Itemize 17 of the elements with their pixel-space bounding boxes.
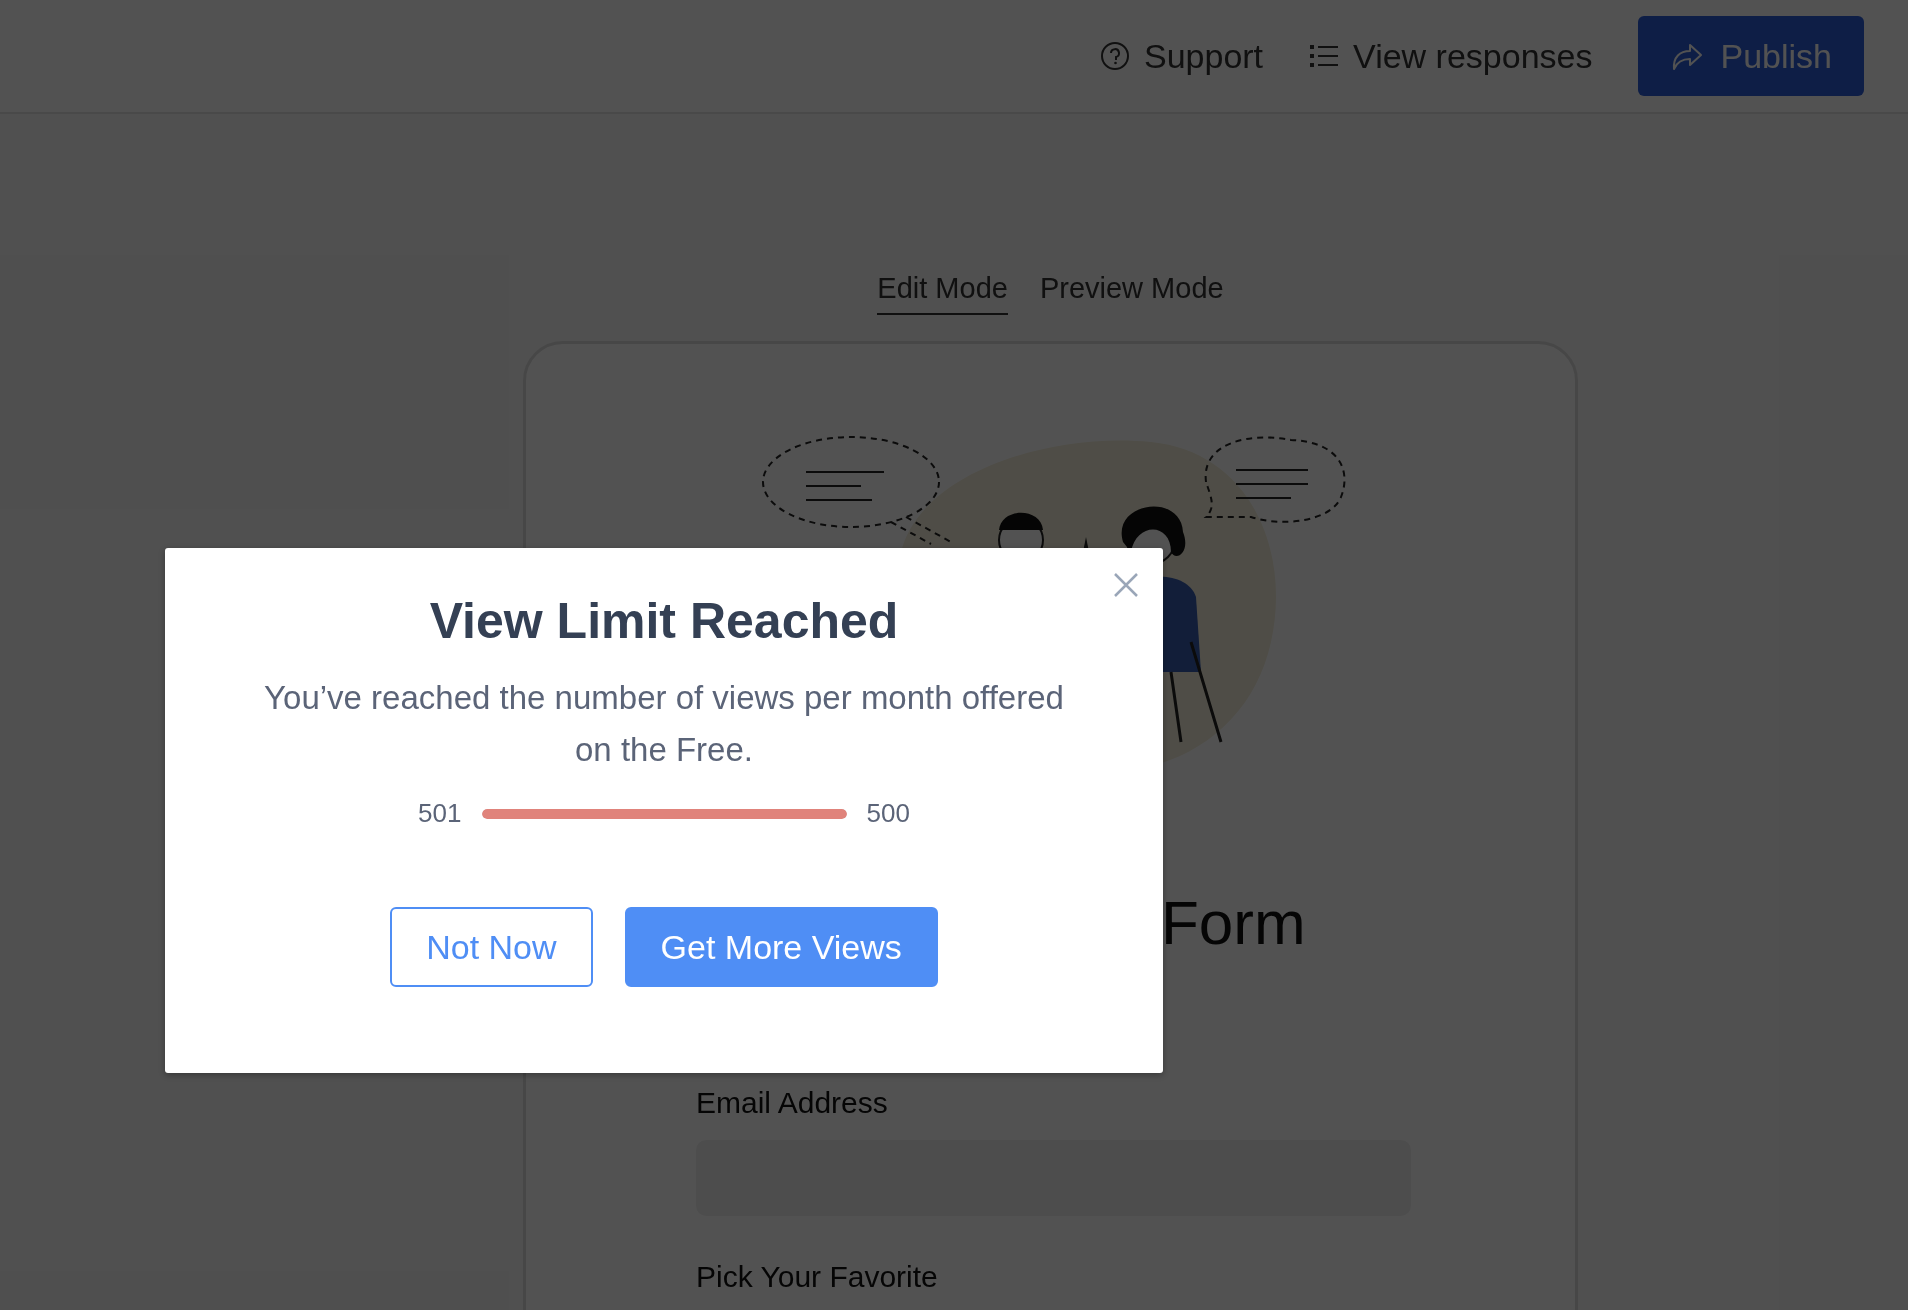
modal-title: View Limit Reached bbox=[429, 592, 899, 650]
form-title: Form bbox=[1161, 892, 1307, 954]
list-icon bbox=[1309, 43, 1340, 69]
dismiss-button[interactable]: Not Now bbox=[390, 907, 593, 987]
field-label: Email Address bbox=[696, 1086, 889, 1120]
header-link[interactable]: View responses bbox=[1309, 36, 1593, 76]
upgrade-button[interactable]: Get More Views bbox=[624, 907, 938, 987]
share-arrow-icon bbox=[1670, 41, 1705, 71]
usage-count: 501 bbox=[418, 798, 462, 829]
usage-limit: 500 bbox=[866, 798, 910, 829]
help-icon bbox=[1100, 41, 1130, 71]
field-label: Pick Your Favorite bbox=[696, 1260, 939, 1294]
publish-button[interactable]: Publish bbox=[1638, 16, 1864, 96]
mode-tab[interactable]: Preview Mode bbox=[1039, 272, 1224, 315]
modal-message: You’ve reached the number of views per month offered on the Free. bbox=[263, 678, 1065, 770]
header-link[interactable]: Support bbox=[1100, 36, 1264, 76]
mode-tab[interactable]: Edit Mode bbox=[877, 272, 1008, 315]
